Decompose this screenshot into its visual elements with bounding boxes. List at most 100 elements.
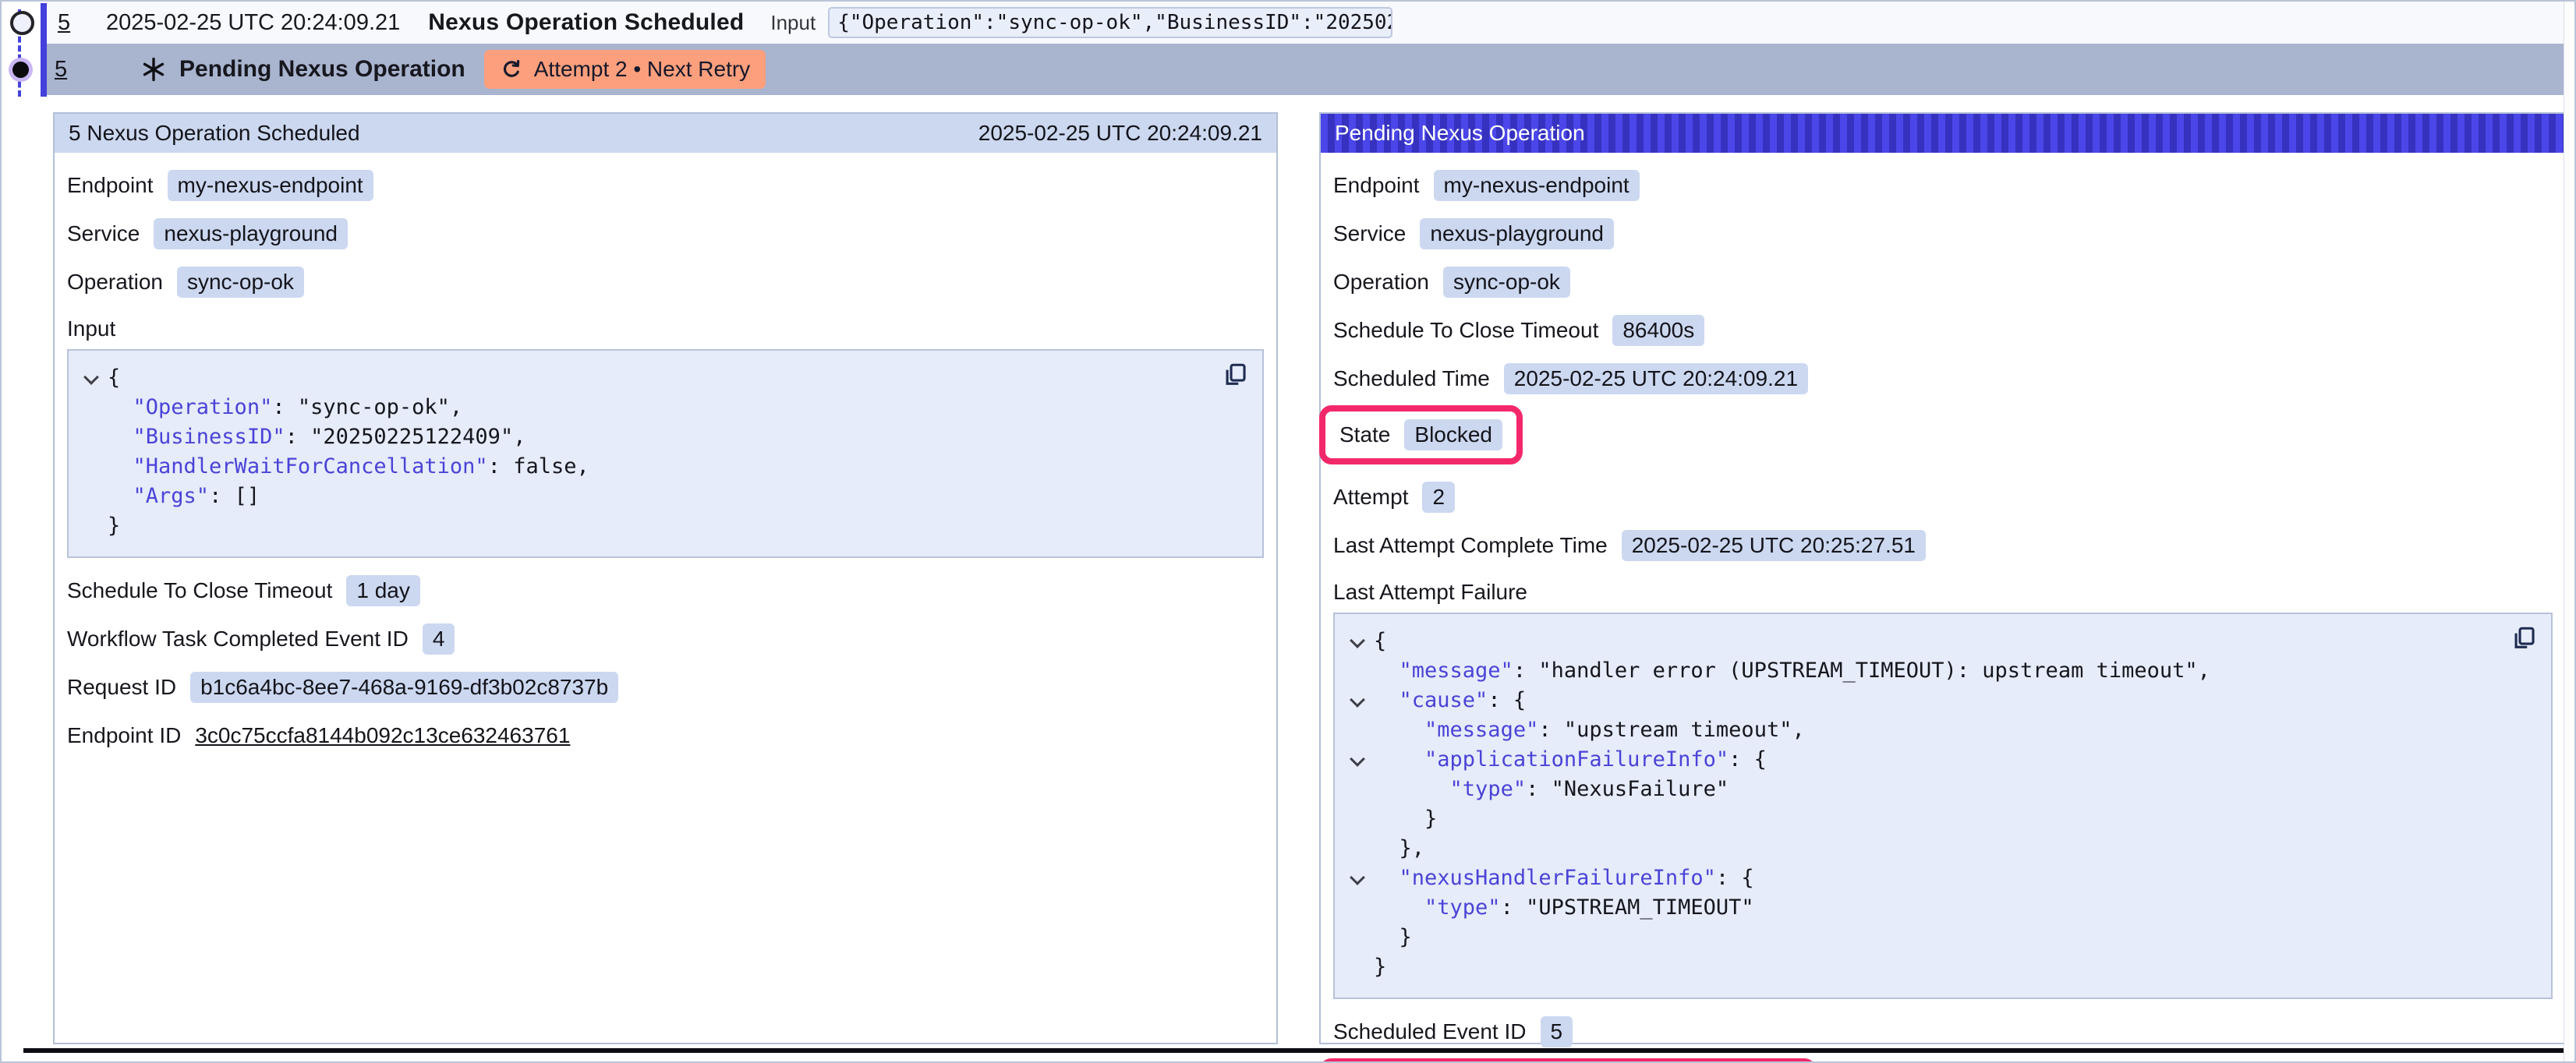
- chevron-down-icon[interactable]: [1350, 633, 1365, 648]
- event-timestamp: 2025-02-25 UTC 20:24:09.21: [106, 10, 400, 36]
- chevron-down-icon[interactable]: [1350, 751, 1365, 767]
- field-label: State: [1339, 422, 1390, 447]
- vertical-scrollbar[interactable]: [2564, 2, 2574, 1061]
- code-gutter: [1341, 834, 1374, 863]
- code-line: "Operation": "sync-op-ok",: [75, 393, 1254, 422]
- collapse-toggle[interactable]: [1341, 627, 1374, 656]
- selected-rows-accent-bar: [41, 3, 47, 97]
- field-label: Attempt: [1333, 485, 1408, 510]
- code-line: "message": "handler error (UPSTREAM_TIME…: [1341, 656, 2543, 686]
- retry-icon: [500, 58, 523, 81]
- timeline-pending-marker-icon[interactable]: [12, 62, 29, 78]
- chevron-down-icon[interactable]: [83, 369, 99, 385]
- field-value-badge: 2025-02-25 UTC 20:25:27.51: [1622, 530, 1926, 561]
- state-highlight-annotation: State Blocked: [1319, 405, 1523, 464]
- field-label: Request ID: [67, 675, 176, 700]
- field-label: Workflow Task Completed Event ID: [67, 627, 409, 652]
- pending-operation-name: Pending Nexus Operation: [179, 56, 465, 83]
- field-label: Scheduled Event ID: [1333, 1019, 1527, 1044]
- pending-panel-title: Pending Nexus Operation: [1335, 121, 1585, 146]
- event-detail-header: 5 Nexus Operation Scheduled 2025-02-25 U…: [55, 114, 1276, 153]
- collapse-toggle[interactable]: [1341, 863, 1374, 893]
- chevron-down-icon[interactable]: [1350, 870, 1365, 885]
- code-line: {: [1341, 627, 2543, 656]
- code-line: }: [1341, 923, 2543, 952]
- field-schedule-to-close: Schedule To Close Timeout 86400s: [1333, 315, 2553, 346]
- field-request-id: Request ID b1c6a4bc-8ee7-468a-9169-df3b0…: [67, 672, 1264, 703]
- field-value-badge: sync-op-ok: [1443, 267, 1570, 298]
- field-label: Service: [1333, 221, 1406, 246]
- field-label: Endpoint: [67, 173, 154, 198]
- code-line: "applicationFailureInfo": {: [1341, 745, 2543, 775]
- code-gutter: [75, 482, 108, 511]
- code-gutter: [1341, 804, 1374, 834]
- event-detail-panel: 5 Nexus Operation Scheduled 2025-02-25 U…: [53, 112, 1278, 1044]
- code-line: "type": "NexusFailure": [1341, 775, 2543, 804]
- state-value-badge: Blocked: [1404, 419, 1502, 450]
- workflow-history-screen: 5 2025-02-25 UTC 20:24:09.21 Nexus Opera…: [0, 0, 2576, 1063]
- field-label: Schedule To Close Timeout: [67, 578, 332, 603]
- event-detail-title: 5 Nexus Operation Scheduled: [69, 121, 360, 146]
- event-row-scheduled[interactable]: 5 2025-02-25 UTC 20:24:09.21 Nexus Opera…: [47, 2, 2574, 44]
- code-line: }: [75, 511, 1254, 541]
- field-endpoint: Endpoint my-nexus-endpoint: [1333, 170, 2553, 201]
- code-gutter: [75, 511, 108, 541]
- field-value-badge: 2: [1422, 482, 1455, 513]
- copy-button[interactable]: [1222, 362, 1248, 388]
- bottom-divider-line: [23, 1048, 2568, 1053]
- pending-id-link[interactable]: 5: [55, 57, 81, 83]
- field-value-badge: my-nexus-endpoint: [168, 170, 373, 201]
- failure-json-viewer: { "message": "handler error (UPSTREAM_TI…: [1333, 613, 2553, 999]
- code-gutter: [75, 393, 108, 422]
- code-gutter: [1341, 715, 1374, 745]
- code-line: "Args": []: [75, 482, 1254, 511]
- field-label: Schedule To Close Timeout: [1333, 318, 1598, 343]
- field-last-attempt-complete-time: Last Attempt Complete Time 2025-02-25 UT…: [1333, 530, 2553, 561]
- endpoint-id-link[interactable]: 3c0c75ccfa8144b092c13ce632463761: [195, 723, 570, 748]
- timeline-event-marker-icon[interactable]: [10, 11, 34, 35]
- event-input-label: Input: [770, 11, 816, 35]
- field-value-badge: my-nexus-endpoint: [1434, 170, 1640, 201]
- code-gutter: [1341, 952, 1374, 982]
- field-value-badge: 2025-02-25 UTC 20:24:09.21: [1504, 363, 1808, 394]
- collapse-toggle[interactable]: [1341, 686, 1374, 715]
- field-value-badge: 1 day: [346, 575, 420, 606]
- pending-operation-panel: Pending Nexus Operation Endpoint my-nexu…: [1319, 112, 2567, 1044]
- code-line: "type": "UPSTREAM_TIMEOUT": [1341, 893, 2543, 923]
- event-name: Nexus Operation Scheduled: [428, 9, 744, 36]
- code-gutter: [75, 422, 108, 452]
- code-line: "cause": {: [1341, 686, 2543, 715]
- field-label: Service: [67, 221, 140, 246]
- field-label: Last Attempt Complete Time: [1333, 533, 1608, 558]
- pending-asterisk-icon: [140, 56, 167, 83]
- code-line: "BusinessID": "20250225122409",: [75, 422, 1254, 452]
- chevron-down-icon[interactable]: [1350, 692, 1365, 708]
- field-scheduled-time: Scheduled Time 2025-02-25 UTC 20:24:09.2…: [1333, 363, 2553, 394]
- field-schedule-to-close: Schedule To Close Timeout 1 day: [67, 575, 1264, 606]
- field-endpoint-id: Endpoint ID 3c0c75ccfa8144b092c13ce63246…: [67, 720, 1264, 751]
- pending-operation-row[interactable]: 5 Pending Nexus Operation Attempt 2 • Ne…: [47, 44, 2574, 95]
- code-line: }: [1341, 804, 2543, 834]
- code-line: {: [75, 363, 1254, 393]
- event-detail-timestamp: 2025-02-25 UTC 20:24:09.21: [978, 121, 1262, 146]
- failure-section-label: Last Attempt Failure: [1333, 580, 2553, 605]
- field-label: Operation: [1333, 270, 1429, 295]
- field-value-badge: 5: [1541, 1016, 1573, 1047]
- event-input-preview-chip[interactable]: {"Operation":"sync-op-ok","BusinessID":"…: [828, 7, 1392, 38]
- collapse-toggle[interactable]: [75, 363, 108, 393]
- collapse-toggle[interactable]: [1341, 745, 1374, 775]
- code-line: }: [1341, 952, 2543, 982]
- field-operation: Operation sync-op-ok: [67, 267, 1264, 298]
- code-line: "HandlerWaitForCancellation": false,: [75, 452, 1254, 482]
- pending-panel-header: Pending Nexus Operation: [1321, 114, 2565, 153]
- copy-button[interactable]: [2511, 625, 2537, 652]
- field-service: Service nexus-playground: [1333, 218, 2553, 249]
- code-gutter: [1341, 656, 1374, 686]
- attempt-badge-label: Attempt 2 • Next Retry: [534, 57, 750, 82]
- field-label: Operation: [67, 270, 163, 295]
- copy-icon: [1222, 362, 1248, 388]
- event-id-link[interactable]: 5: [58, 10, 84, 36]
- field-endpoint: Endpoint my-nexus-endpoint: [67, 170, 1264, 201]
- field-value-badge: nexus-playground: [1420, 218, 1614, 249]
- blocked-reason-highlight-annotation: Blocked Reason The circuit breaker is op…: [1319, 1058, 1817, 1063]
